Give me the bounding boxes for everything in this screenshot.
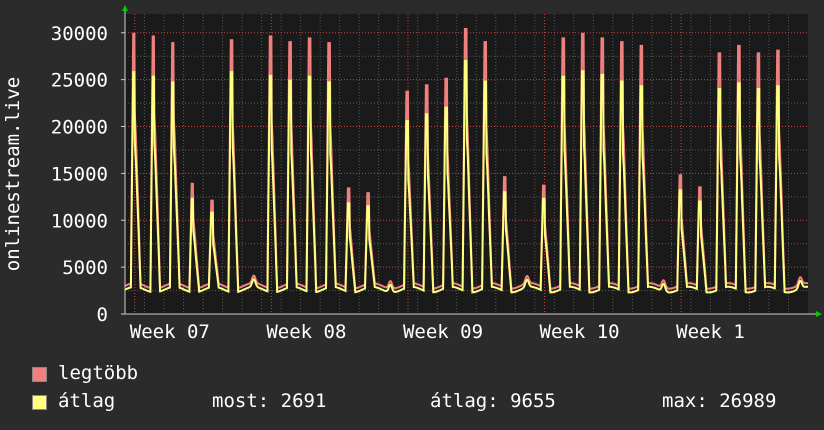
chart-canvas: 050001000015000200002500030000 Week 07 We… bbox=[2, 5, 822, 343]
x-tick-label: Week 09 bbox=[403, 321, 483, 343]
y-tick-label: 25000 bbox=[51, 70, 108, 92]
stat-max: max: 26989 bbox=[662, 390, 777, 412]
x-tick-label: Week 08 bbox=[266, 321, 346, 343]
legend-label-avg: átlag bbox=[58, 390, 116, 412]
x-tick-label: Week 1 bbox=[676, 321, 745, 343]
y-tick-label: 15000 bbox=[51, 163, 108, 185]
y-tick-label: 5000 bbox=[62, 257, 108, 279]
legend-label-max: legtöbb bbox=[58, 362, 139, 384]
legend-swatch-max bbox=[32, 367, 47, 382]
y-axis-label: onlinestream.live bbox=[2, 77, 24, 271]
x-tick-label: Week 07 bbox=[130, 321, 210, 343]
x-axis-ticks: Week 07 Week 08 Week 09 Week 10 Week 1 bbox=[130, 321, 745, 343]
y-axis-ticks: 0 5000 10000 15000 20000 25000 30000 bbox=[51, 23, 125, 326]
legend-swatch-avg bbox=[32, 395, 47, 410]
x-tick-label: Week 10 bbox=[540, 321, 620, 343]
stat-average: átlag: 9655 bbox=[430, 390, 556, 412]
y-tick-label: 30000 bbox=[51, 23, 108, 45]
stat-most: most: 2691 bbox=[212, 390, 327, 412]
y-axis-arrow bbox=[122, 5, 128, 11]
y-tick-label: 0 bbox=[97, 304, 108, 326]
x-axis-arrow bbox=[816, 311, 822, 317]
y-tick-label: 10000 bbox=[51, 210, 108, 232]
y-tick-label: 20000 bbox=[51, 117, 108, 139]
